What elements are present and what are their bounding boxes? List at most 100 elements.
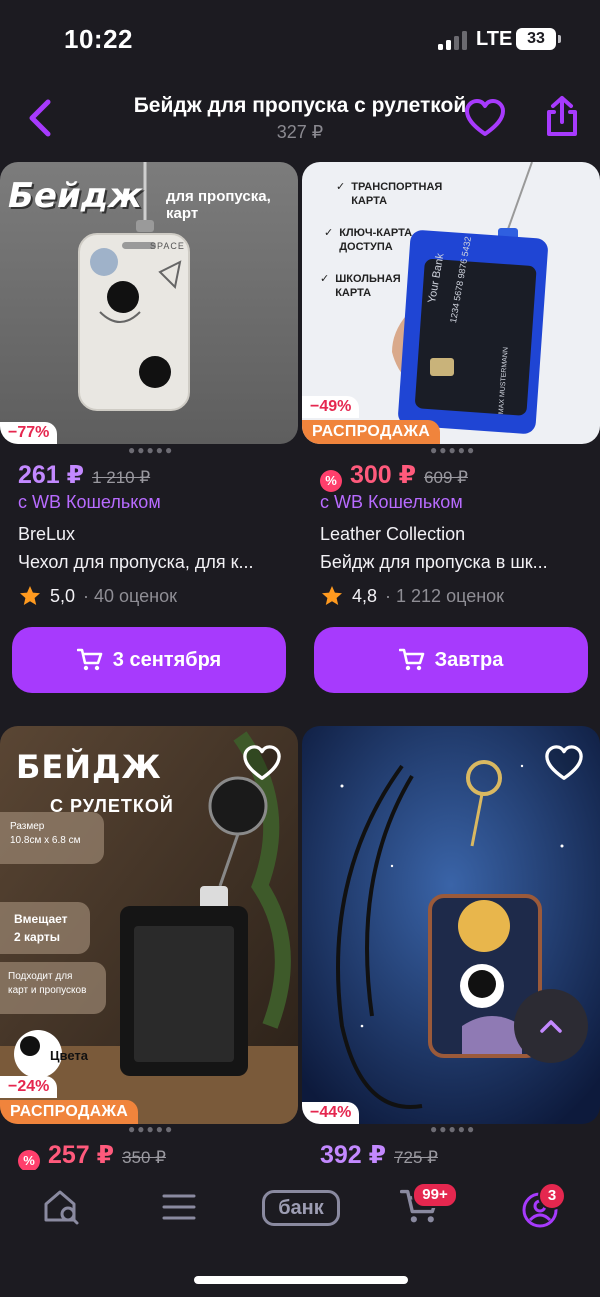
image-title: Бейдж	[8, 176, 143, 216]
network-type: LTE	[476, 28, 513, 50]
header: Бейдж для пропуска с рулеткой 327 ₽	[0, 80, 600, 162]
delivery-date: 3 сентября	[112, 648, 222, 671]
feature-item: ✓ ШКОЛЬНАЯ КАРТА	[320, 272, 442, 300]
old-price: 350 ₽	[122, 1148, 166, 1167]
check-icon: ✓	[320, 273, 330, 285]
home-search-icon	[44, 1190, 79, 1225]
delivery-date: Завтра	[434, 648, 504, 671]
product-card[interactable]: −44% ●●●●● 392 ₽ 725 ₽	[302, 726, 600, 1170]
page-subtitle-price: 327 ₽	[276, 122, 324, 142]
star-icon	[322, 586, 342, 605]
price: 300 ₽	[350, 461, 417, 489]
scroll-to-top-button[interactable]	[514, 989, 588, 1063]
discount-percent-icon: %	[320, 470, 342, 492]
product-image[interactable]: БЕЙДЖ С РУЛЕТКОЙ Размер 10.8см х 6.8 см В…	[0, 726, 298, 1124]
image-title: БЕЙДЖ	[16, 748, 162, 786]
discount-percent-icon: %	[18, 1150, 40, 1172]
wallet-note: с WB Кошельком	[18, 492, 161, 512]
heart-icon	[465, 99, 505, 136]
sale-badge: РАСПРОДАЖА	[0, 1100, 139, 1124]
heart-icon	[545, 745, 583, 780]
product-image[interactable]: ✓ ТРАНСПОРТНАЯ КАРТА ✓ КЛЮЧ-КАРТА ДОСТУПА ✓ Ш…	[302, 162, 600, 444]
discount-badge: −24%	[0, 1076, 58, 1098]
feature-line: ДОСТУПА	[339, 241, 393, 253]
brand: Leather Collection	[320, 524, 466, 544]
nav-bank[interactable]: банк	[262, 1190, 340, 1226]
product-name: Бейдж для пропуска в шк...	[320, 552, 548, 572]
spec-value: карт и пропусков	[8, 985, 87, 996]
image-pagination-dots: ●●●●●	[128, 443, 175, 457]
product-image[interactable]: Бейдж для пропуска, карт SPACE −77%	[0, 162, 298, 444]
old-price: 725 ₽	[394, 1148, 438, 1167]
image-subtitle: для пропуска, карт	[166, 188, 271, 222]
menu-icon	[162, 1194, 196, 1220]
product-card[interactable]: ✓ ТРАНСПОРТНАЯ КАРТА ✓ КЛЮЧ-КАРТА ДОСТУПА ✓ Ш…	[302, 162, 600, 702]
price-row: 392 ₽ 725 ₽	[320, 1140, 438, 1170]
profile-badge: 3	[538, 1182, 566, 1210]
discount-badge: −77%	[0, 422, 58, 444]
old-price: 1 210 ₽	[92, 468, 151, 487]
cart-icon	[398, 648, 424, 671]
nav-catalog[interactable]	[162, 1192, 196, 1227]
favorite-button[interactable]	[544, 744, 584, 782]
favorite-button[interactable]	[464, 98, 506, 138]
feature-item: ✓ ТРАНСПОРТНАЯ КАРТА	[336, 180, 442, 208]
spec-box: Подходит для карт и пропусков	[0, 962, 106, 1014]
discount-badge: −49%	[302, 396, 360, 418]
rating-value: 4,8	[352, 585, 378, 606]
check-icon: ✓	[336, 181, 346, 193]
feature-line: КАРТА	[351, 195, 388, 207]
image-pagination-dots: ●●●●●	[430, 1122, 477, 1136]
price: 261 ₽	[18, 461, 85, 489]
product-card[interactable]: БЕЙДЖ С РУЛЕТКОЙ Размер 10.8см х 6.8 см В…	[0, 726, 298, 1172]
old-price: 609 ₽	[424, 468, 468, 487]
spec-box: Вмещает 2 карты	[0, 902, 90, 954]
discount-badge: −44%	[302, 1102, 360, 1124]
price: 392 ₽	[320, 1141, 387, 1169]
spec-value: 2 карты	[14, 930, 60, 944]
price-row: % 257 ₽ 350 ₽	[18, 1140, 166, 1172]
status-time: 10:22	[64, 24, 133, 54]
star-icon	[20, 586, 40, 605]
share-button[interactable]	[540, 94, 584, 138]
add-to-cart-button[interactable]: Завтра	[314, 627, 588, 693]
rating: 4,8 · 1 212 оценок	[320, 584, 504, 608]
nav-home[interactable]	[42, 1186, 82, 1231]
share-icon	[547, 96, 577, 136]
feature-line: КАРТА	[335, 287, 372, 299]
spec-value: 10.8см х 6.8 см	[10, 835, 81, 846]
wallet-note: с WB Кошельком	[320, 492, 463, 512]
image-card-label: SPACE	[150, 241, 185, 251]
feature-line: ТРАНСПОРТНАЯ	[351, 181, 443, 193]
product-name: Чехол для пропуска, для к...	[18, 552, 254, 572]
signal-icon	[438, 30, 468, 50]
favorite-button[interactable]	[242, 744, 282, 782]
check-icon: ✓	[324, 227, 334, 239]
spec-label: Размер	[10, 821, 45, 832]
spec-label: Подходит для	[8, 971, 73, 982]
rating-value: 5,0	[50, 585, 76, 606]
sale-badge: РАСПРОДАЖА	[302, 420, 441, 444]
status-bar: 10:22 LTE 33	[0, 0, 600, 80]
price: 257 ₽	[48, 1141, 115, 1169]
cart-icon	[76, 648, 103, 671]
feature-line: ШКОЛЬНАЯ	[335, 273, 401, 285]
brand: BreLux	[18, 524, 76, 544]
product-image[interactable]: −44%	[302, 726, 600, 1124]
rating: 5,0 · 40 оценок	[18, 584, 177, 608]
feature-line: КЛЮЧ-КАРТА	[339, 227, 413, 239]
price-row: % 300 ₽ 609 ₽	[320, 460, 468, 492]
page-title: Бейдж для пропуска с рулеткой	[133, 94, 467, 117]
chevron-up-icon	[540, 1020, 562, 1033]
add-to-cart-button[interactable]: 3 сентября	[12, 627, 286, 693]
feature-item: ✓ КЛЮЧ-КАРТА ДОСТУПА	[324, 226, 442, 254]
image-pagination-dots: ●●●●●	[128, 1122, 175, 1136]
heart-icon	[243, 745, 281, 780]
image-pagination-dots: ●●●●●	[430, 443, 477, 457]
colors-label: Цвета	[50, 1048, 88, 1063]
cart-badge: 99+	[412, 1182, 458, 1208]
product-card[interactable]: Бейдж для пропуска, карт SPACE −77% ●●●●…	[0, 162, 298, 702]
price-row: 261 ₽ 1 210 ₽	[18, 460, 150, 490]
review-count: · 1 212 оценок	[385, 585, 505, 606]
spec-box: Размер 10.8см х 6.8 см	[0, 812, 104, 864]
